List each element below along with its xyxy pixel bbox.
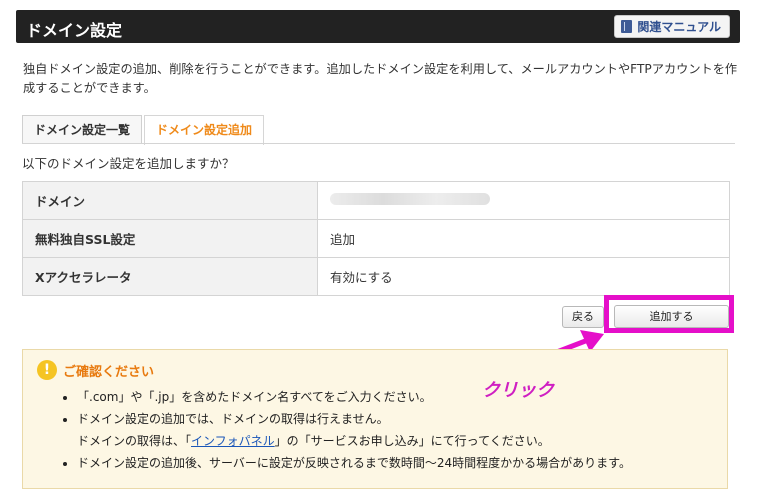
- notice-box: ! ご確認ください 「.com」や「.jp」を含めたドメイン名すべてをご入力くだ…: [22, 349, 728, 489]
- page-description: 独自ドメイン設定の追加、削除を行うことができます。追加したドメイン設定を利用して…: [23, 62, 738, 95]
- list-item: ドメイン設定の追加では、ドメインの取得は行えません。: [77, 408, 631, 430]
- page-title: ドメイン設定: [26, 21, 123, 40]
- related-manual-button[interactable]: 関連マニュアル: [614, 15, 730, 38]
- confirm-question: 以下のドメイン設定を追加しますか？: [22, 156, 235, 171]
- confirm-table: ドメイン 無料独自SSL設定 追加 Xアクセラレータ 有効にする: [22, 181, 730, 296]
- tab-divider: [22, 143, 735, 144]
- list-item: ドメイン設定の追加後、サーバーに設定が反映されるまで数時間〜24時間程度かかる場…: [77, 452, 631, 474]
- notice-sub-suffix: 」の「サービスお申し込み」にて行ってください。: [274, 434, 550, 448]
- row-key-domain: ドメイン: [22, 181, 318, 220]
- page-header: ドメイン設定 関連マニュアル: [16, 10, 740, 43]
- book-icon: [621, 20, 633, 33]
- row-value-domain: [317, 181, 730, 220]
- table-row: 無料独自SSL設定 追加: [22, 219, 730, 258]
- notice-title: ご確認ください: [63, 365, 155, 380]
- warning-icon: !: [37, 360, 57, 380]
- row-key-ssl: 無料独自SSL設定: [22, 219, 318, 258]
- related-manual-label: 関連マニュアル: [637, 20, 721, 34]
- click-annotation-label: クリック: [482, 380, 554, 401]
- blurred-domain-value: [330, 193, 490, 205]
- notice-sub-prefix: ドメインの取得は、「: [77, 434, 192, 448]
- row-value-xaccelerator: 有効にする: [317, 257, 730, 296]
- add-button[interactable]: 追加する: [614, 305, 729, 328]
- tab-domain-add[interactable]: ドメイン設定追加: [144, 115, 264, 145]
- table-row: ドメイン: [22, 181, 730, 220]
- list-item-sub: ドメインの取得は、「インフォパネル」の「サービスお申し込み」にて行ってください。: [63, 430, 631, 452]
- infopanel-link[interactable]: インフォパネル: [191, 434, 275, 448]
- tab-domain-list[interactable]: ドメイン設定一覧: [22, 115, 142, 144]
- row-key-xaccelerator: Xアクセラレータ: [22, 257, 318, 296]
- table-row: Xアクセラレータ 有効にする: [22, 257, 730, 296]
- row-value-ssl: 追加: [317, 219, 730, 258]
